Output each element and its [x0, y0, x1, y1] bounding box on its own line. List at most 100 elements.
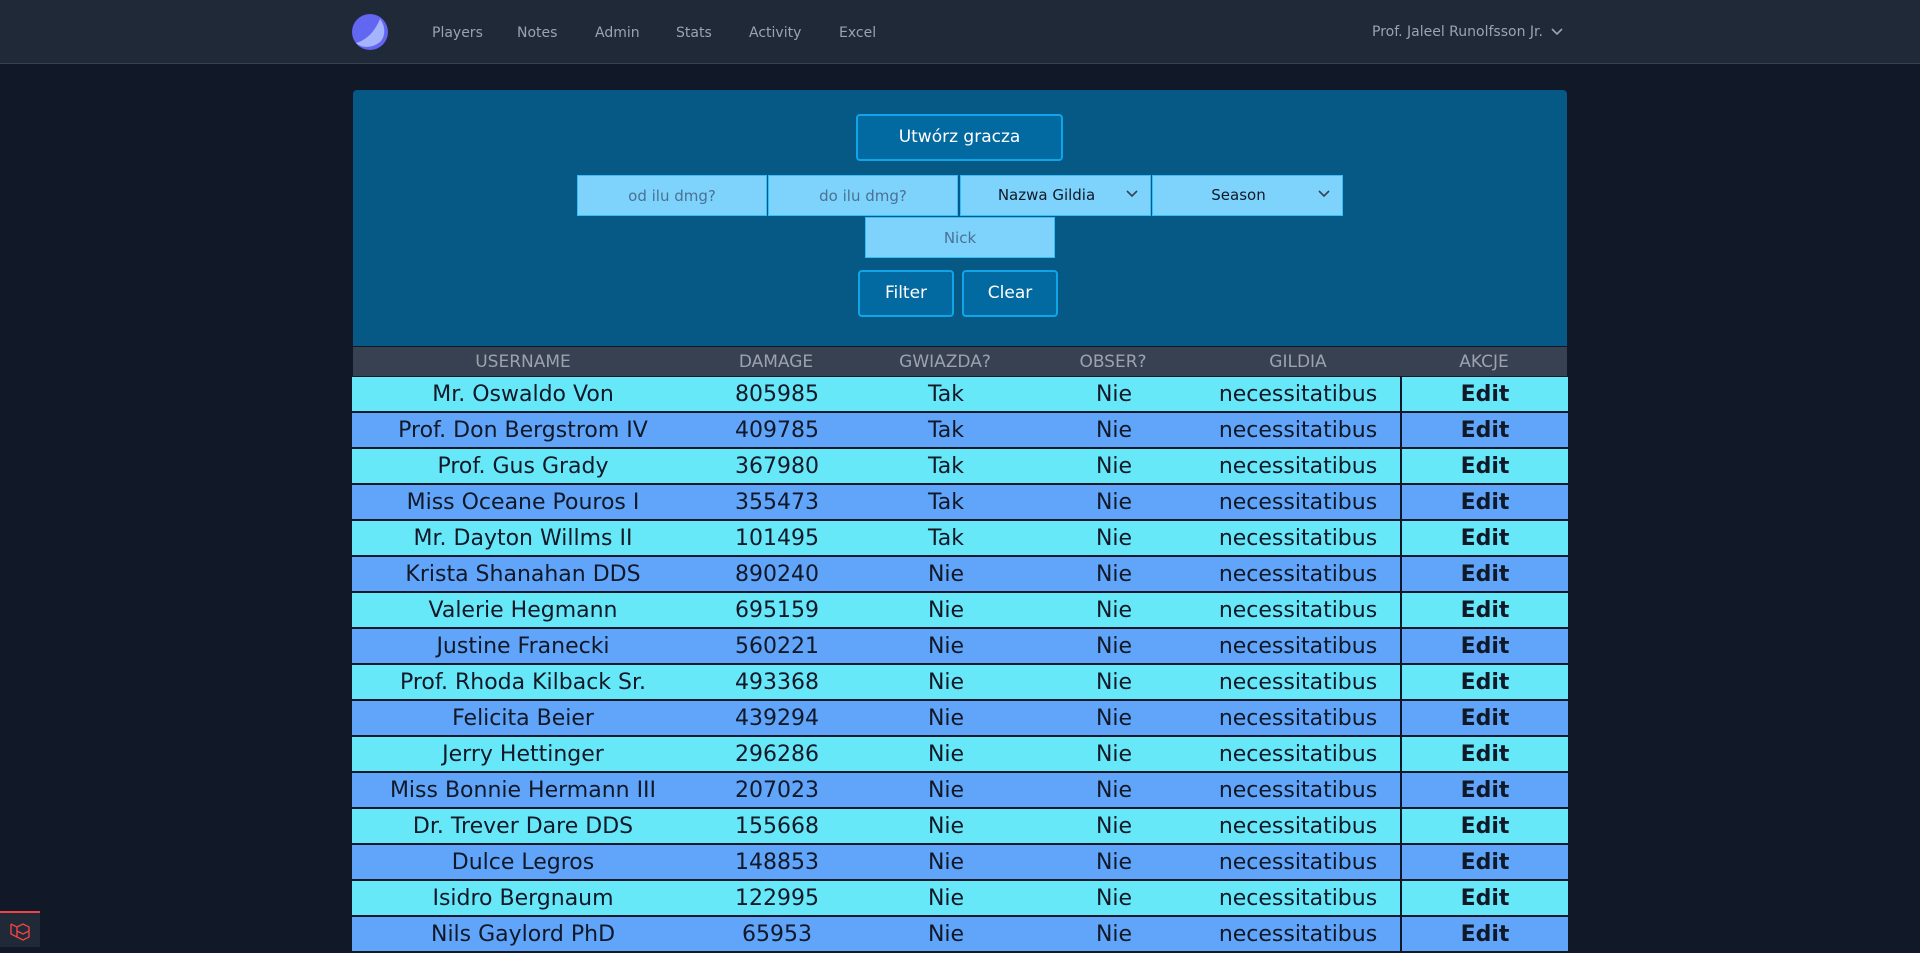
nav-link-activity[interactable]: Activity — [749, 0, 801, 64]
edit-link[interactable]: Edit — [1402, 521, 1568, 556]
edit-link[interactable]: Edit — [1402, 701, 1568, 736]
cell-username: Mr. Dayton Willms II — [413, 526, 633, 551]
filter-button[interactable]: Filter — [858, 270, 954, 317]
column-header-actions: AKCJE — [1459, 352, 1509, 372]
nav-link-stats[interactable]: Stats — [676, 0, 712, 64]
cell-guild: necessitatibus — [1218, 526, 1378, 551]
cell-star: Tak — [927, 490, 965, 515]
nav-link-excel[interactable]: Excel — [839, 0, 876, 64]
cell-username: Dr. Trever Dare DDS — [412, 814, 634, 839]
cell-damage: 148853 — [735, 850, 819, 875]
debugbar-badge[interactable] — [0, 911, 40, 947]
edit-link[interactable]: Edit — [1402, 665, 1568, 700]
cell-actions: Edit — [1400, 593, 1568, 627]
user-menu-dropdown[interactable]: Prof. Jaleel Runolfsson Jr. — [1372, 0, 1563, 64]
cell-obser: Nie — [1095, 922, 1133, 947]
cell-guild: necessitatibus — [1218, 598, 1378, 623]
cell-username: Miss Oceane Pouros I — [406, 490, 640, 515]
cell-obser: Nie — [1095, 706, 1133, 731]
cell-obser: Nie — [1095, 742, 1133, 767]
edit-link[interactable]: Edit — [1402, 485, 1568, 520]
cell-damage: 296286 — [735, 742, 819, 767]
cell-username: Miss Bonnie Hermann III — [389, 778, 657, 803]
cell-obser: Nie — [1095, 634, 1133, 659]
cell-damage: 439294 — [735, 706, 819, 731]
cell-obser: Nie — [1095, 490, 1133, 515]
damage-from-input[interactable] — [577, 175, 767, 216]
cell-username: Valerie Hegmann — [428, 598, 618, 623]
cell-damage: 695159 — [735, 598, 819, 623]
cell-star: Tak — [927, 526, 965, 551]
cell-actions: Edit — [1400, 629, 1568, 663]
edit-link[interactable]: Edit — [1402, 737, 1568, 772]
edit-link[interactable]: Edit — [1402, 629, 1568, 664]
cell-damage: 805985 — [735, 382, 819, 407]
cell-star: Nie — [927, 742, 965, 767]
cell-username: Prof. Rhoda Kilback Sr. — [399, 670, 647, 695]
cell-actions: Edit — [1400, 557, 1568, 591]
cell-actions: Edit — [1400, 701, 1568, 735]
cell-star: Tak — [927, 382, 965, 407]
cell-damage: 367980 — [735, 454, 819, 479]
cell-guild: necessitatibus — [1218, 886, 1378, 911]
cell-obser: Nie — [1095, 562, 1133, 587]
edit-link[interactable]: Edit — [1402, 809, 1568, 844]
cell-star: Nie — [927, 850, 965, 875]
cell-actions: Edit — [1400, 413, 1568, 447]
cell-damage: 207023 — [735, 778, 819, 803]
table-row: Miss Bonnie Hermann III 207023 Nie Nie neces… — [352, 773, 1568, 809]
edit-link[interactable]: Edit — [1402, 557, 1568, 592]
cell-damage: 560221 — [735, 634, 819, 659]
cell-guild: necessitatibus — [1218, 850, 1378, 875]
edit-link[interactable]: Edit — [1402, 449, 1568, 484]
table-row: Justine Franecki 560221 Nie Nie necessitatib… — [352, 629, 1568, 665]
cell-guild: necessitatibus — [1218, 814, 1378, 839]
cell-actions: Edit — [1400, 809, 1568, 843]
edit-link[interactable]: Edit — [1402, 593, 1568, 628]
cell-guild: necessitatibus — [1218, 742, 1378, 767]
cell-obser: Nie — [1095, 454, 1133, 479]
nav-link-notes[interactable]: Notes — [517, 0, 557, 64]
nick-input[interactable] — [865, 217, 1055, 258]
edit-link[interactable]: Edit — [1402, 845, 1568, 880]
cell-damage: 355473 — [735, 490, 819, 515]
cell-guild: necessitatibus — [1218, 670, 1378, 695]
clear-button[interactable]: Clear — [962, 270, 1058, 317]
edit-link[interactable]: Edit — [1402, 773, 1568, 808]
cell-username: Jerry Hettinger — [442, 742, 604, 767]
table-row: Nils Gaylord PhD 65953 Nie Nie necessitatibu… — [352, 917, 1568, 953]
cell-username: Justine Franecki — [436, 634, 610, 659]
cell-actions: Edit — [1400, 377, 1568, 411]
season-select[interactable]: Season — [1152, 175, 1343, 216]
nav-link-admin[interactable]: Admin — [595, 0, 640, 64]
damage-to-input[interactable] — [768, 175, 958, 216]
table-row: Dulce Legros 148853 Nie Nie necessitatibus Ed… — [352, 845, 1568, 881]
top-navbar: Players Notes Admin Stats Activity Excel… — [0, 0, 1920, 64]
chevron-down-icon — [1551, 28, 1563, 36]
chevron-down-icon — [1126, 190, 1138, 198]
cell-obser: Nie — [1095, 886, 1133, 911]
guild-select[interactable]: Nazwa Gildia — [960, 175, 1151, 216]
column-header-obser: OBSER? — [1079, 352, 1147, 372]
create-player-button[interactable]: Utwórz gracza — [856, 114, 1063, 161]
crescent-logo-icon[interactable] — [351, 13, 389, 51]
edit-link[interactable]: Edit — [1402, 377, 1568, 412]
edit-link[interactable]: Edit — [1402, 881, 1568, 916]
cell-guild: necessitatibus — [1218, 922, 1378, 947]
table-row: Mr. Dayton Willms II 101495 Tak Nie necessit… — [352, 521, 1568, 557]
cell-actions: Edit — [1400, 449, 1568, 483]
cell-star: Nie — [927, 814, 965, 839]
nav-link-players[interactable]: Players — [432, 0, 483, 64]
cell-actions: Edit — [1400, 917, 1568, 951]
cell-guild: necessitatibus — [1218, 778, 1378, 803]
cell-username: Felicita Beier — [452, 706, 594, 731]
guild-select-value: Nazwa Gildia — [997, 186, 1096, 204]
cell-star: Nie — [927, 886, 965, 911]
table-row: Valerie Hegmann 695159 Nie Nie necessitatibu… — [352, 593, 1568, 629]
cell-guild: necessitatibus — [1218, 418, 1378, 443]
cell-actions: Edit — [1400, 737, 1568, 771]
cell-damage: 409785 — [735, 418, 819, 443]
edit-link[interactable]: Edit — [1402, 413, 1568, 448]
cell-obser: Nie — [1095, 670, 1133, 695]
cell-username: Isidro Bergnaum — [432, 886, 614, 911]
